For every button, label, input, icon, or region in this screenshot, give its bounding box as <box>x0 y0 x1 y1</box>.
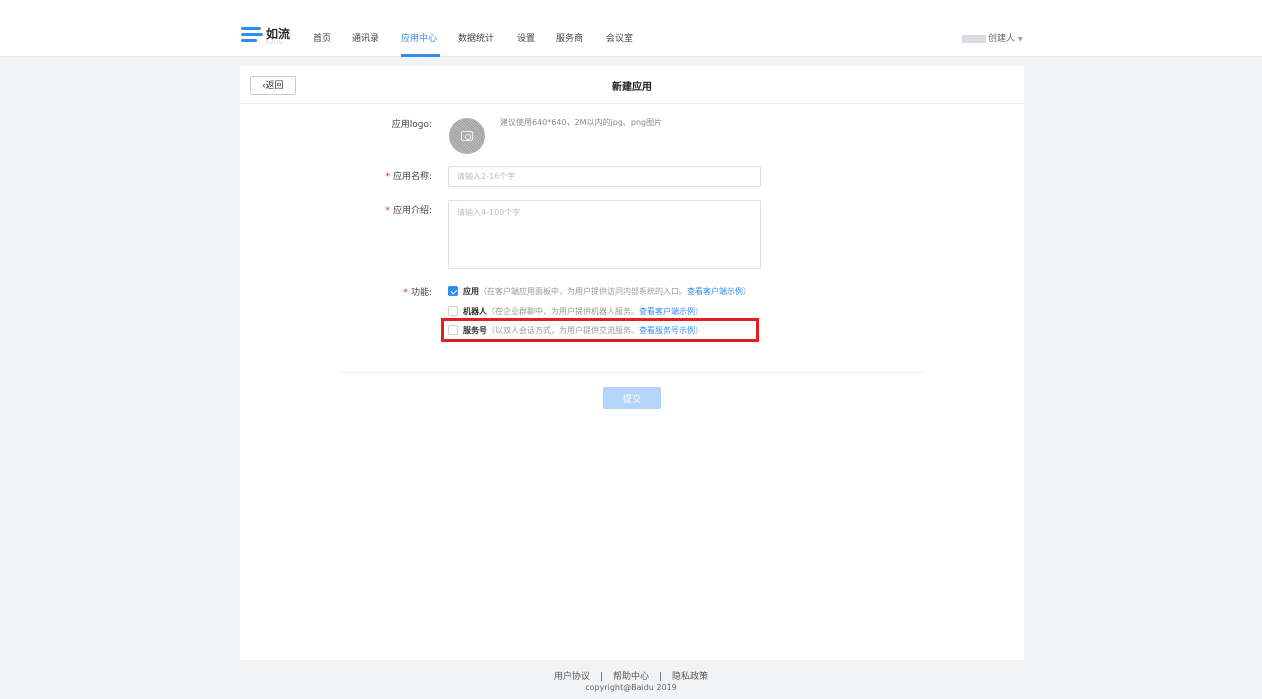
submit-button[interactable]: 提交 <box>603 387 661 409</box>
client-example-link[interactable]: 查看客户端示例 <box>639 307 695 316</box>
function-name: 应用 <box>463 287 479 296</box>
caret-down-icon: ▼ <box>1018 36 1023 43</box>
robot-checkbox[interactable] <box>448 306 458 316</box>
app-name-input[interactable] <box>448 166 761 187</box>
function-label-text: 功能: <box>410 288 432 298</box>
logo-subtext: RULIU <box>266 40 284 45</box>
client-example-link[interactable]: 查看客户端示例 <box>687 287 743 296</box>
help-center-link[interactable]: 帮助中心 <box>613 672 649 682</box>
active-nav-indicator <box>401 54 440 57</box>
nav-item-contacts[interactable]: 通讯录 <box>352 31 379 44</box>
function-description-close: ） <box>743 287 751 296</box>
nav-item-service-provider[interactable]: 服务商 <box>556 31 583 44</box>
app-checkbox[interactable] <box>448 286 458 296</box>
footer-separator: | <box>599 672 603 682</box>
logo-hint: 建议使用640*640，2M以内的jpg、png图片 <box>500 118 663 127</box>
required-mark: * <box>385 206 390 216</box>
form-divider <box>340 372 925 373</box>
function-name: 机器人 <box>463 307 487 316</box>
create-app-card: ‹返回 新建应用 应用logo: 建议使用640*640，2M以内的jpg、pn… <box>240 66 1024 660</box>
nav-item-settings[interactable]: 设置 <box>517 31 535 44</box>
user-name: 创建人 <box>988 34 1016 44</box>
nav-item-meeting-room[interactable]: 会议室 <box>606 31 633 44</box>
function-description: （在企业群聊中，为用户提供机器人服务。 <box>487 307 639 316</box>
card-header: ‹返回 新建应用 <box>240 66 1024 104</box>
logo-upload-button[interactable] <box>449 118 485 154</box>
user-menu[interactable]: 创建人 ▼ <box>962 31 1023 44</box>
nav-item-statistics[interactable]: 数据统计 <box>458 31 494 44</box>
nav-item-home[interactable]: 首页 <box>313 31 331 44</box>
footer-separator: | <box>659 672 663 682</box>
app-intro-textarea[interactable] <box>448 200 761 269</box>
app-logo-label: 应用logo: <box>391 120 432 130</box>
function-description-close: ） <box>695 307 703 316</box>
highlight-box <box>441 318 759 342</box>
ruliu-logo[interactable]: 如流 RULIU <box>241 22 290 46</box>
function-description: （在客户端应用面板中，为用户提供访问内部系统的入口。 <box>479 287 687 296</box>
top-navigation-bar: 如流 RULIU 首页 通讯录 应用中心 数据统计 设置 服务商 会议室 创建人… <box>0 0 1262 57</box>
app-name-label-text: 应用名称: <box>392 172 432 182</box>
function-label: * 功能: <box>240 285 432 298</box>
page-title: 新建应用 <box>612 82 652 93</box>
footer-copyright: copyright@Baidu 2019 <box>585 683 677 692</box>
required-mark: * <box>403 288 408 298</box>
privacy-policy-link[interactable]: 隐私政策 <box>672 672 708 682</box>
app-intro-label: * 应用介绍: <box>240 203 432 216</box>
ruliu-logo-icon <box>241 27 263 43</box>
required-mark: * <box>385 172 390 182</box>
app-name-label: * 应用名称: <box>240 169 432 182</box>
user-agreement-link[interactable]: 用户协议 <box>554 672 590 682</box>
user-avatar <box>962 34 986 43</box>
footer-links: 用户协议 | 帮助中心 | 隐私政策 <box>0 669 1262 682</box>
nav-item-app-center[interactable]: 应用中心 <box>401 31 437 44</box>
camera-icon <box>461 131 473 141</box>
app-intro-label-text: 应用介绍: <box>392 206 432 216</box>
